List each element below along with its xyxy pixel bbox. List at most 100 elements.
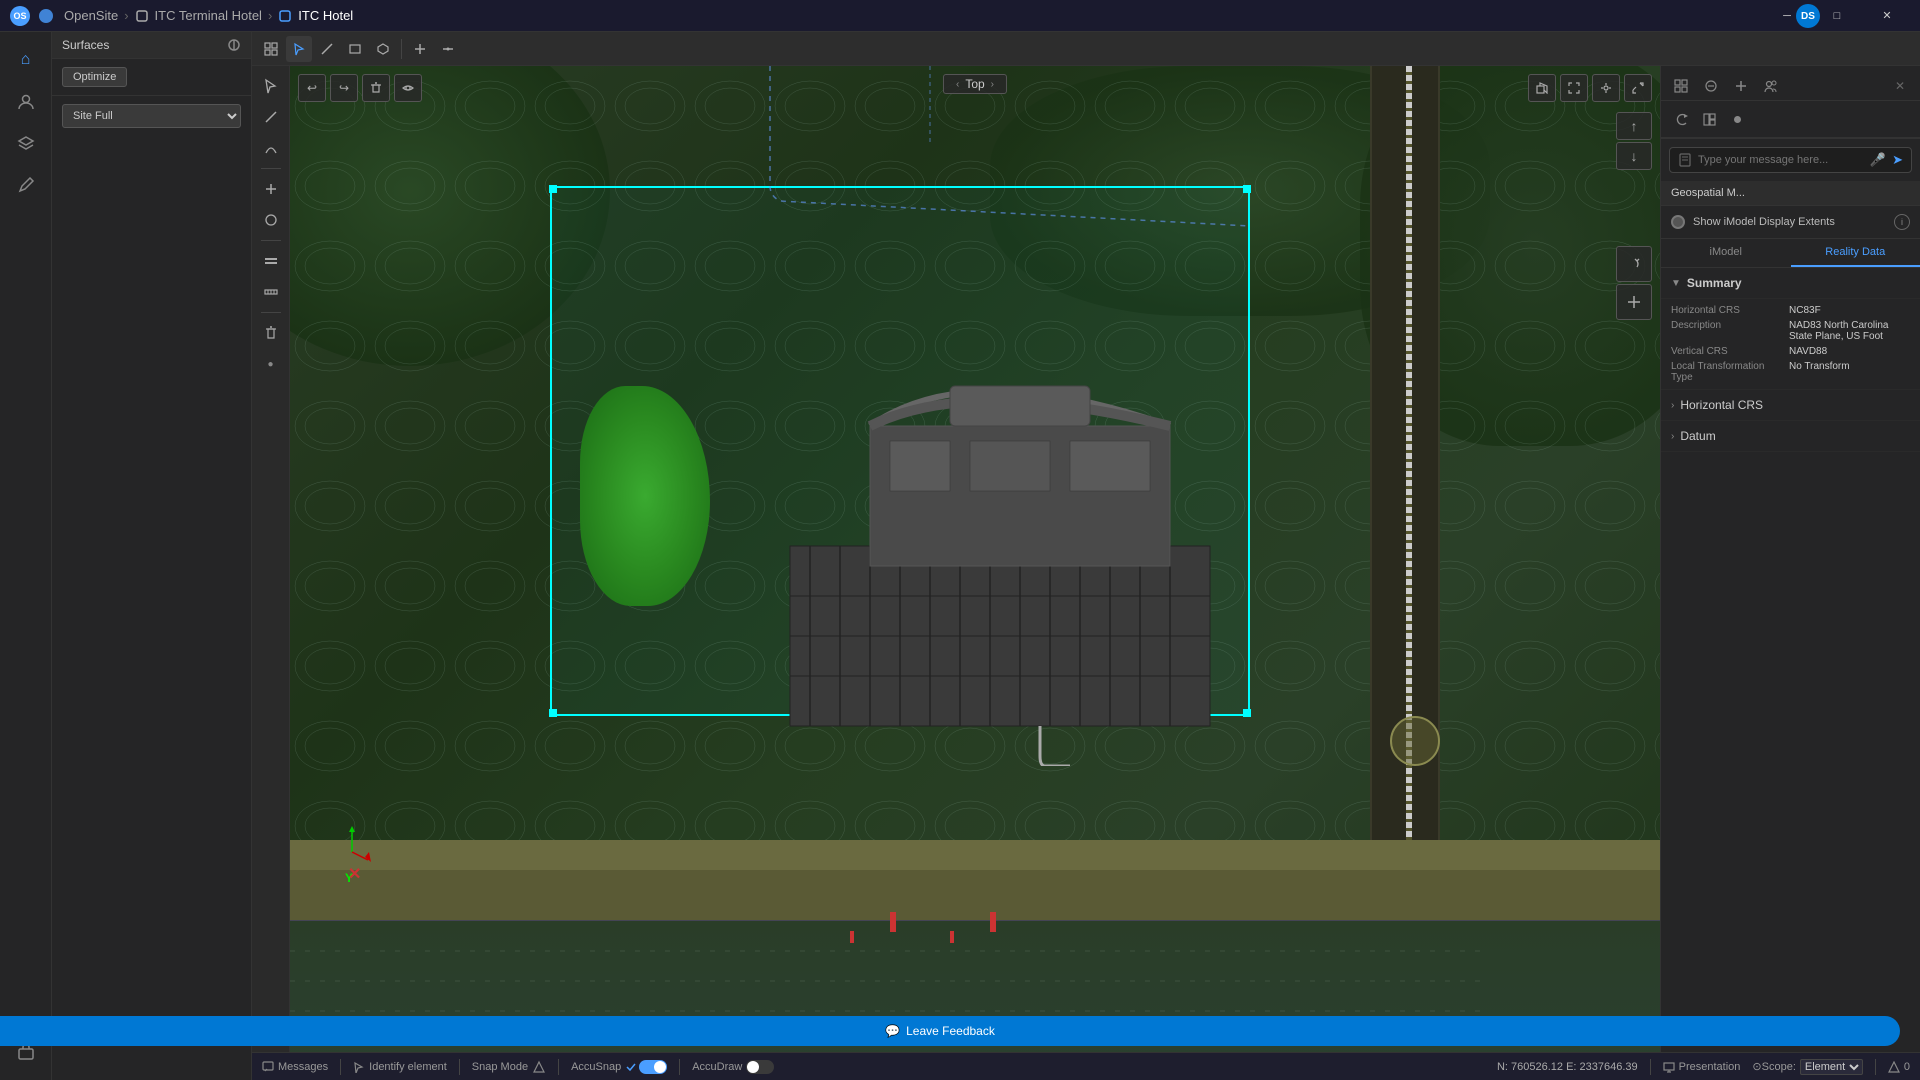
value-description: NAD83 North Carolina State Plane, US Foo…: [1789, 320, 1910, 342]
close-button[interactable]: ✕: [1864, 0, 1910, 32]
status-sep-5: [1650, 1059, 1651, 1075]
messages-item[interactable]: Messages: [262, 1061, 328, 1073]
breadcrumb-sep2: ›: [268, 8, 272, 23]
accusnap-knob: [654, 1061, 666, 1073]
accusnap-check: [625, 1061, 637, 1073]
scope-dropdown[interactable]: Element: [1800, 1059, 1863, 1075]
sidebar-item-home[interactable]: ⌂: [8, 42, 44, 78]
vtool-add[interactable]: [257, 175, 285, 203]
nav-up-button[interactable]: ↑: [1616, 112, 1652, 140]
rp-minus-icon[interactable]: [1697, 72, 1725, 100]
nav-down-button[interactable]: ↓: [1616, 142, 1652, 170]
tab-imodel[interactable]: iModel: [1661, 239, 1791, 267]
rp-users-icon[interactable]: [1757, 72, 1785, 100]
summary-section-header[interactable]: ▼ Summary: [1661, 268, 1920, 299]
project-icon: [135, 9, 149, 23]
rp-grid-icon[interactable]: [1667, 72, 1695, 100]
accusnap-toggle[interactable]: [639, 1060, 667, 1074]
vtool-dot[interactable]: ●: [257, 350, 285, 378]
add-tool[interactable]: [407, 36, 433, 62]
remove-tool[interactable]: [435, 36, 461, 62]
vtool-grid[interactable]: [257, 247, 285, 275]
vtool-select[interactable]: [257, 72, 285, 100]
presentation-item: Presentation: [1663, 1061, 1741, 1073]
view-ctrl-layout[interactable]: [1697, 107, 1721, 131]
datum-section[interactable]: › Datum: [1661, 421, 1920, 452]
viewport-toolbar-right: [1528, 74, 1652, 102]
status-bar: Messages Identify element Snap Mode Accu…: [252, 1052, 1920, 1080]
geospatial-title: Geospatial M...: [1671, 187, 1745, 199]
site-dropdown[interactable]: Site Full Site Partial Site Custom: [62, 104, 241, 128]
identify-item[interactable]: Identify element: [353, 1061, 447, 1073]
main-toolbar: [252, 32, 1920, 66]
road-strip: [290, 840, 1660, 870]
shape-tool[interactable]: [370, 36, 396, 62]
vtool-arc[interactable]: [257, 134, 285, 162]
summary-title: Summary: [1687, 276, 1742, 290]
presentation-icon: [1663, 1061, 1675, 1073]
view-controls-row: [1661, 101, 1920, 138]
delete-button[interactable]: [362, 74, 390, 102]
breadcrumb: OpenSite › ITC Terminal Hotel › ITC Hote…: [38, 8, 353, 24]
fit-view-button[interactable]: [1560, 74, 1588, 102]
sel-corner-tl: [549, 185, 557, 193]
breadcrumb-app: OpenSite: [64, 8, 118, 23]
view-prev-arrow[interactable]: ‹: [956, 79, 959, 90]
view-ctrl-light[interactable]: [1725, 107, 1749, 131]
breadcrumb-project: ITC Terminal Hotel: [155, 8, 262, 23]
optimize-button[interactable]: Optimize: [62, 67, 127, 87]
redo-button[interactable]: ↪: [330, 74, 358, 102]
accudraw-toggle[interactable]: [746, 1060, 774, 1074]
vtool-line[interactable]: [257, 103, 285, 131]
view-next-arrow[interactable]: ›: [991, 79, 994, 90]
rp-close-icon[interactable]: ✕: [1886, 72, 1914, 100]
rect-tool[interactable]: [342, 36, 368, 62]
building-complex: [670, 326, 1290, 766]
messages-label: Messages: [278, 1061, 328, 1073]
eye-button[interactable]: [394, 74, 422, 102]
view-label: ‹ Top ›: [943, 74, 1007, 94]
scope-item: ⊙Scope: Element: [1752, 1059, 1862, 1075]
accusnap-toggle-wrap[interactable]: [625, 1060, 667, 1074]
undo-button[interactable]: ↩: [298, 74, 326, 102]
label-vertical-crs: Vertical CRS: [1671, 346, 1781, 357]
tab-reality-data[interactable]: Reality Data: [1791, 239, 1920, 267]
message-input-wrap: 🎤 ➤: [1669, 147, 1912, 173]
vtool-sep2: [261, 240, 281, 241]
view-ctrl-refresh[interactable]: [1669, 107, 1693, 131]
sidebar-item-user[interactable]: [8, 84, 44, 120]
message-area: 🎤 ➤: [1661, 138, 1920, 181]
select-tool[interactable]: [286, 36, 312, 62]
vtool-circle[interactable]: [257, 206, 285, 234]
line-tool[interactable]: [314, 36, 340, 62]
horizontal-crs-title: Horizontal CRS: [1680, 398, 1763, 412]
message-input[interactable]: [1698, 154, 1864, 166]
settings-view-button[interactable]: [1592, 74, 1620, 102]
horizontal-crs-chevron: ›: [1671, 400, 1674, 411]
viewport[interactable]: ↩ ↪ ‹ Top ›: [290, 66, 1660, 1080]
accudraw-knob: [747, 1061, 759, 1073]
rp-plus-icon[interactable]: [1727, 72, 1755, 100]
vtool-measure[interactable]: [257, 278, 285, 306]
horizontal-crs-section[interactable]: › Horizontal CRS: [1661, 390, 1920, 421]
accudraw-label: AccuDraw: [692, 1061, 742, 1073]
info-icon[interactable]: i: [1894, 214, 1910, 230]
sidebar-item-layers[interactable]: [8, 126, 44, 162]
panel-pin-icon[interactable]: [227, 38, 241, 52]
3d-view-button[interactable]: [1528, 74, 1556, 102]
count-item: 0: [1888, 1061, 1910, 1073]
maximize-button[interactable]: □: [1814, 0, 1860, 32]
rotate-button[interactable]: [1616, 246, 1652, 282]
user-avatar[interactable]: DS: [1796, 4, 1820, 28]
expand-view-button[interactable]: [1624, 74, 1652, 102]
leave-feedback-button[interactable]: 💬 Leave Feedback: [0, 1016, 1900, 1046]
send-icon[interactable]: ➤: [1892, 152, 1903, 168]
road-marker: [1390, 716, 1440, 766]
sidebar-item-pen[interactable]: [8, 168, 44, 204]
vtool-delete[interactable]: [257, 319, 285, 347]
snap-mode-item: Snap Mode: [472, 1060, 546, 1074]
pan-button[interactable]: [1616, 284, 1652, 320]
mic-icon[interactable]: 🎤: [1870, 152, 1886, 168]
grid-tool[interactable]: [258, 36, 284, 62]
ground-strip: [290, 870, 1660, 920]
